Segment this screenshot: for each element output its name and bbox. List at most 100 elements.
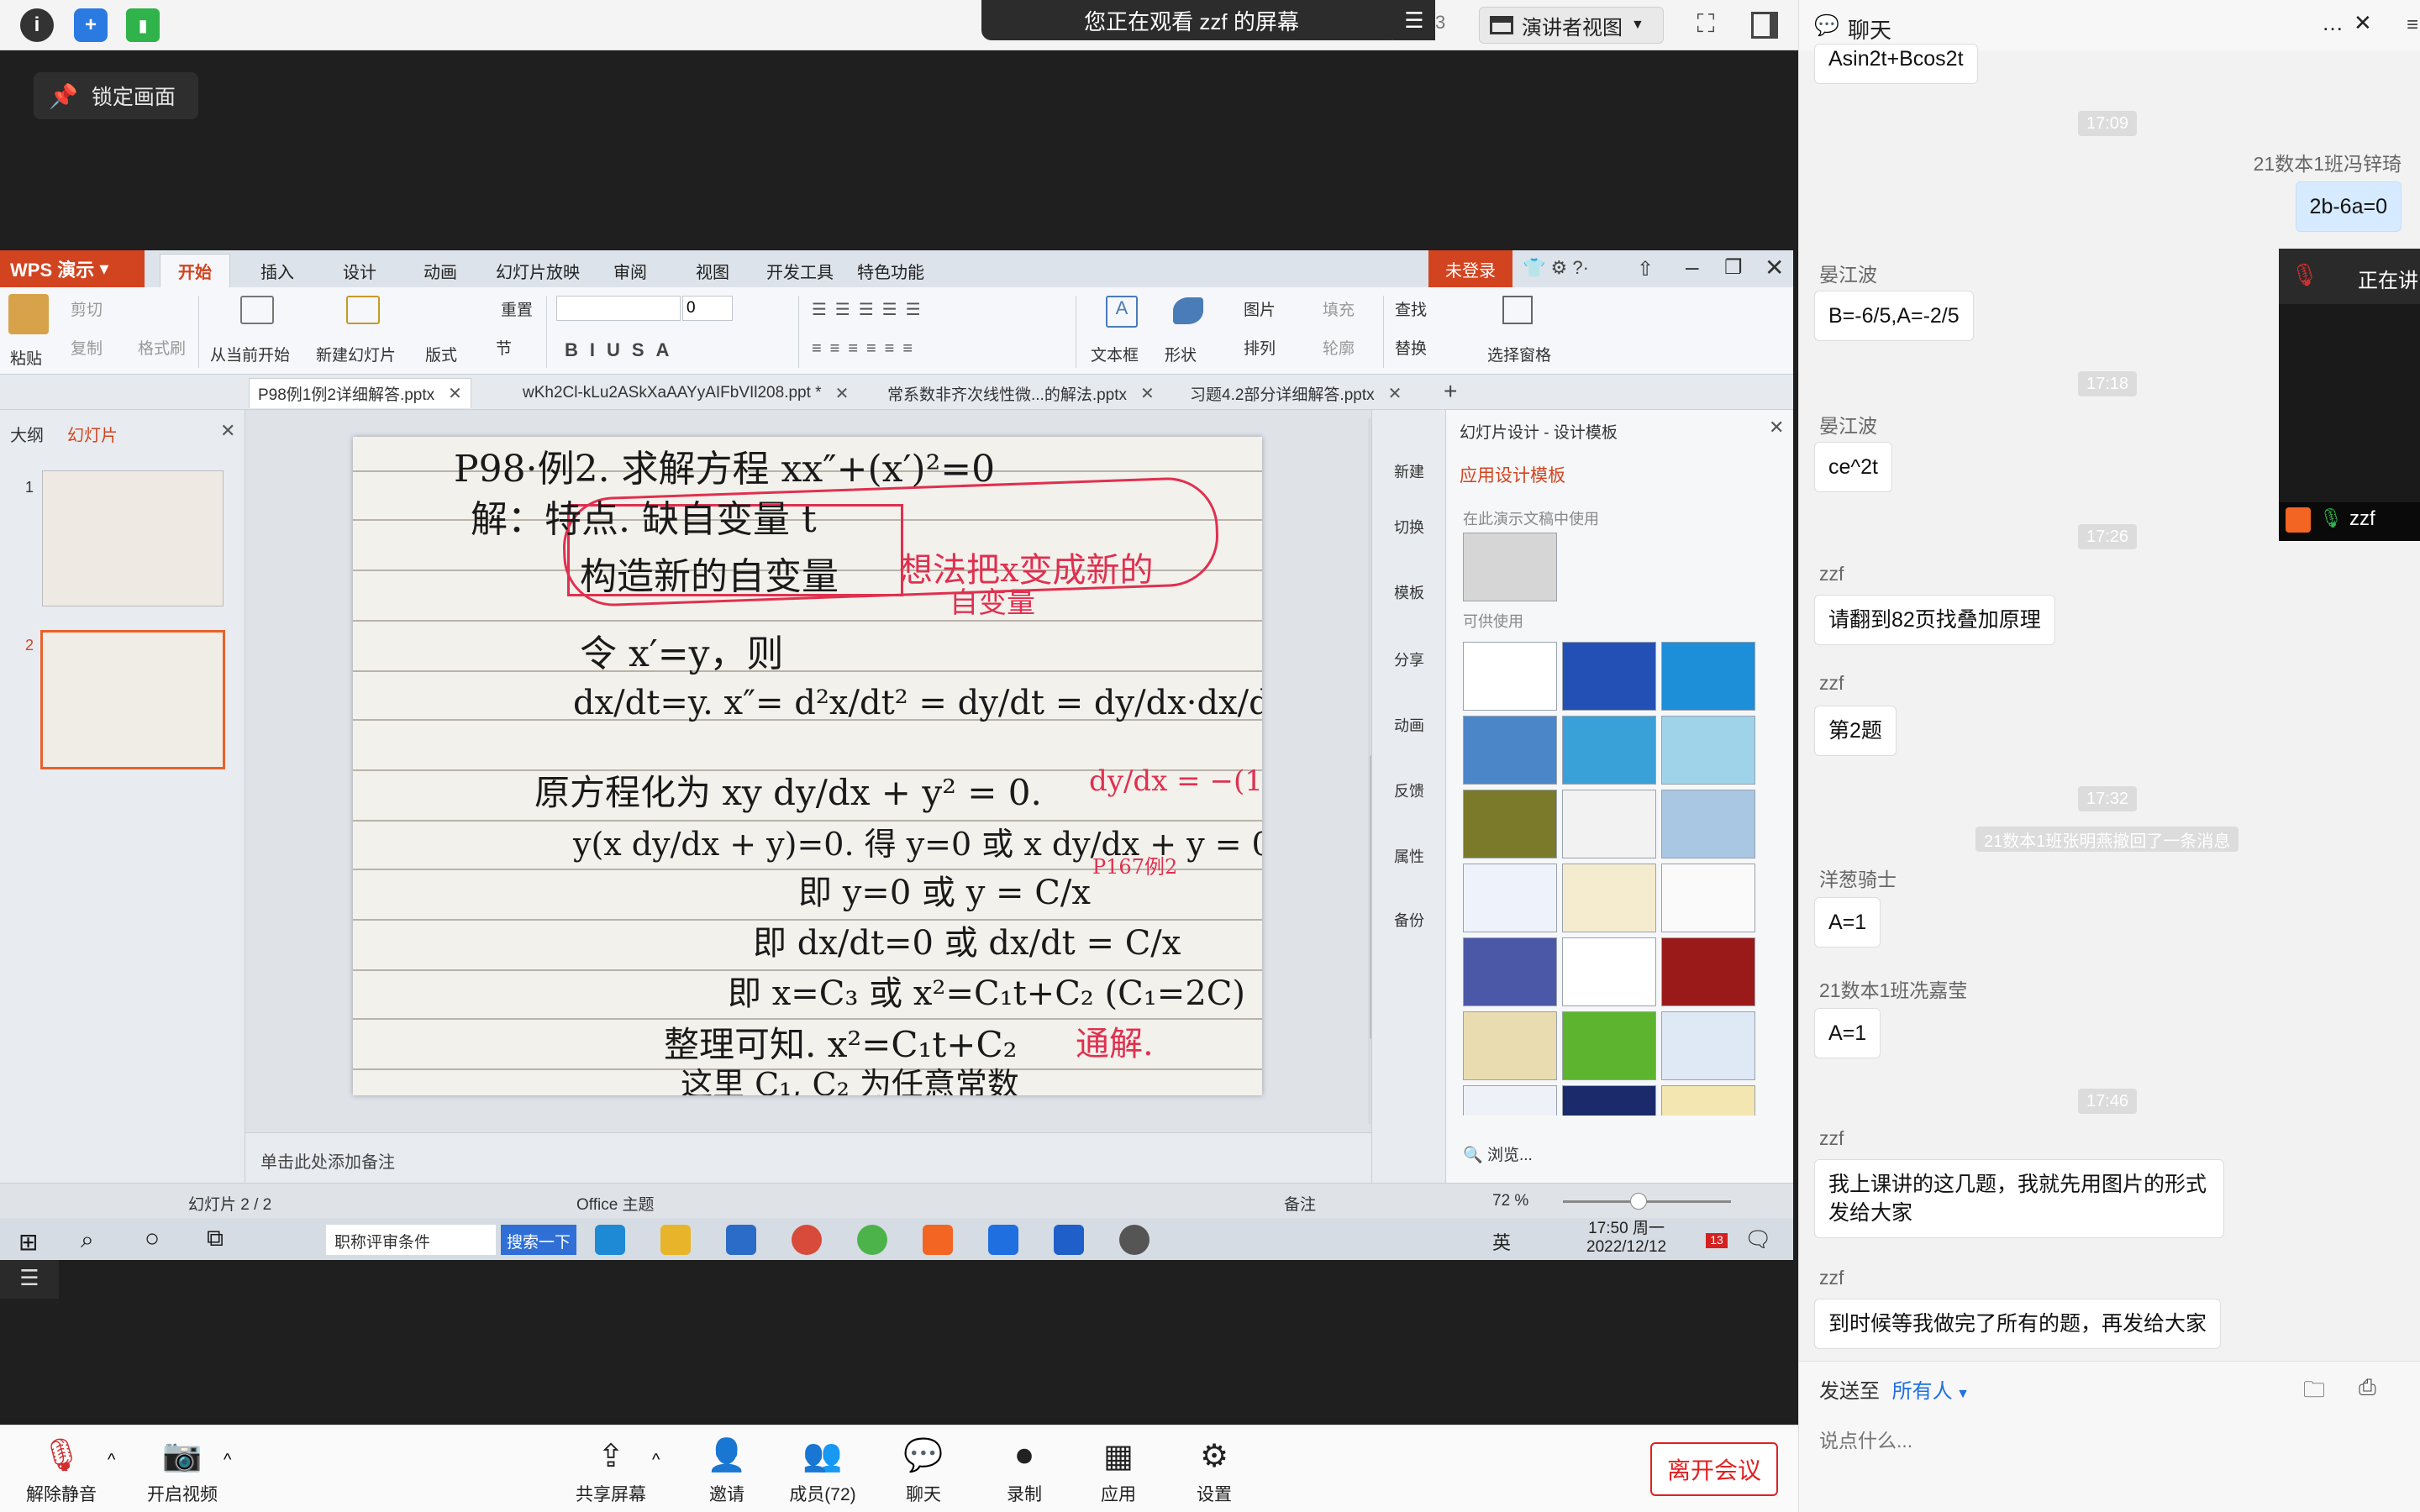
template-item[interactable] [1661,642,1755,711]
new-tab-icon[interactable]: + [1444,378,1457,405]
template-item[interactable] [1463,642,1557,711]
close-tab-icon[interactable]: ✕ [448,383,462,404]
copy-button[interactable]: 复制 [71,336,103,359]
windows-start-icon[interactable]: ⊞ [18,1228,38,1256]
lock-view-button[interactable]: 📌 锁定画面 [34,72,198,119]
tab-start[interactable]: 开始 [160,254,230,287]
sidebar-backup[interactable]: 备份 [1372,909,1446,931]
template-item[interactable] [1562,937,1656,1006]
recipient-dropdown[interactable]: 所有人 [1892,1380,1953,1403]
unmute-button[interactable]: 🎙 解除静音 [15,1436,108,1506]
leave-meeting-button[interactable]: 离开会议 [1650,1442,1778,1496]
mail-icon[interactable] [726,1225,756,1255]
zoom-slider-handle[interactable] [1630,1193,1647,1210]
template-item[interactable] [1562,716,1656,785]
file-icon[interactable]: 🗀 [2303,1374,2325,1411]
chat-button[interactable]: 💬 聊天 [877,1436,970,1506]
settings-button[interactable]: ⚙ 设置 [1168,1436,1260,1506]
font-name-select[interactable] [556,296,681,321]
close-design-panel-icon[interactable]: ✕ [1769,417,1784,438]
banner-menu-icon[interactable]: ☰ [1393,0,1435,40]
text-format-icons[interactable]: BIUSA [565,339,681,361]
notes-area[interactable]: 单击此处添加备注 [245,1132,1371,1183]
sidebar-transition[interactable]: 切换 [1372,516,1446,538]
find-button[interactable]: 查找 [1395,297,1427,320]
speaker-view-dropdown[interactable]: 演讲者视图 ▼ [1479,7,1664,44]
app-icon[interactable] [1054,1225,1084,1255]
info-icon[interactable]: i [20,8,54,42]
paste-label[interactable]: 粘贴 [10,346,42,369]
screenshot-icon[interactable]: ⎙ [2359,1374,2376,1401]
template-item[interactable] [1463,790,1557,858]
layout-button[interactable]: 版式 [425,343,457,365]
paste-icon[interactable] [8,294,49,334]
slide-thumbnail-1[interactable] [42,470,224,606]
sidebar-new[interactable]: 新建 [1372,460,1446,482]
template-item[interactable] [1661,1011,1755,1080]
tab-slideshow[interactable]: 幻灯片放映 [496,259,580,283]
template-item[interactable] [1562,790,1656,858]
apps-button[interactable]: ▦ 应用 [1072,1436,1165,1506]
template-item[interactable] [1562,1011,1656,1080]
template-item[interactable] [1562,1085,1656,1116]
arrange-button[interactable]: 排列 [1244,336,1276,359]
template-item[interactable] [1463,1085,1557,1116]
sidebar-share[interactable]: 分享 [1372,648,1446,670]
new-slide-button[interactable]: 新建幻灯片 [316,343,396,365]
browser-icon[interactable] [792,1225,822,1255]
section-button[interactable]: 节 [496,336,512,359]
close-icon[interactable]: ✕ [2354,10,2372,36]
sidebar-feedback[interactable]: 反馈 [1372,780,1446,801]
outline-button[interactable]: 轮廓 [1323,336,1355,359]
template-item[interactable] [1463,1011,1557,1080]
sidebar-toggle-icon[interactable] [1751,12,1778,39]
sidebar-properties[interactable]: 属性 [1372,845,1446,867]
taskbar-search-button[interactable]: 搜索一下 [501,1225,576,1255]
search-icon[interactable]: ⌕ [81,1226,94,1254]
sidebar-animation[interactable]: 动画 [1372,714,1446,736]
close-panel-icon[interactable]: ✕ [220,420,235,442]
slide-thumbnail-2[interactable] [40,630,225,769]
shape-button[interactable]: 形状 [1165,343,1197,365]
picture-button[interactable]: 图片 [1244,297,1276,320]
file-explorer-icon[interactable] [660,1225,691,1255]
maximize-icon[interactable]: ❐ [1724,255,1743,280]
meeting-app-icon[interactable] [988,1225,1018,1255]
app-icon[interactable] [1119,1225,1150,1255]
security-shield-icon[interactable]: + [74,8,108,42]
template-item[interactable] [1661,937,1755,1006]
tab-developer[interactable]: 开发工具 [766,259,834,283]
browse-button[interactable]: 🔍 浏览... [1463,1142,1533,1165]
fullscreen-icon[interactable]: ⛶ [1691,10,1721,40]
app-icon[interactable] [857,1225,887,1255]
format-painter-button[interactable]: 格式刷 [138,336,186,359]
doc-tab-4[interactable]: 习题4.2部分详细解答.pptx ✕ [1181,378,1410,408]
wps-logo-button[interactable]: WPS 演示 ▾ [0,250,145,287]
network-signal-icon[interactable]: ▮ [126,8,160,42]
speaker-video-tile[interactable]: 🎙 正在讲 🎙 zzf [2279,249,2420,541]
template-item[interactable] [1661,1085,1755,1116]
textbox-button[interactable]: 文本框 [1091,343,1139,365]
minimize-icon[interactable]: – [1686,254,1699,281]
current-slide[interactable]: P98·例2. 求解方程 xx″+(x′)²=0 解：特点. 缺自变量 t 构造… [353,437,1262,1095]
invite-button[interactable]: 👤 邀请 [681,1436,773,1506]
zoom-slider[interactable] [1563,1193,1731,1210]
chevron-up-icon[interactable]: ^ [108,1451,115,1470]
template-item[interactable] [1463,937,1557,1006]
not-logged-in-button[interactable]: 未登录 [1428,250,1512,287]
close-tab-icon[interactable]: ✕ [835,383,850,404]
template-item[interactable] [1463,864,1557,932]
tab-view[interactable]: 视图 [696,259,729,283]
paragraph-icons[interactable]: ☰☰☰☰☰ [812,299,929,320]
template-item[interactable] [1661,790,1755,858]
action-center-icon[interactable]: 🗨 [1744,1226,1772,1252]
from-current-button[interactable]: 从当前开始 [210,343,290,365]
template-item[interactable] [1661,864,1755,932]
doc-tab-3[interactable]: 常系数非齐次线性微...的解法.pptx ✕ [879,378,1163,408]
notes-toggle[interactable]: 备注 [1284,1192,1316,1215]
close-tab-icon[interactable]: ✕ [1388,383,1402,404]
cut-button[interactable]: 剪切 [71,297,103,320]
edge-icon[interactable] [595,1225,625,1255]
slides-tab[interactable]: 幻灯片 [67,422,118,446]
task-view-icon[interactable]: ⧉ [207,1225,224,1252]
